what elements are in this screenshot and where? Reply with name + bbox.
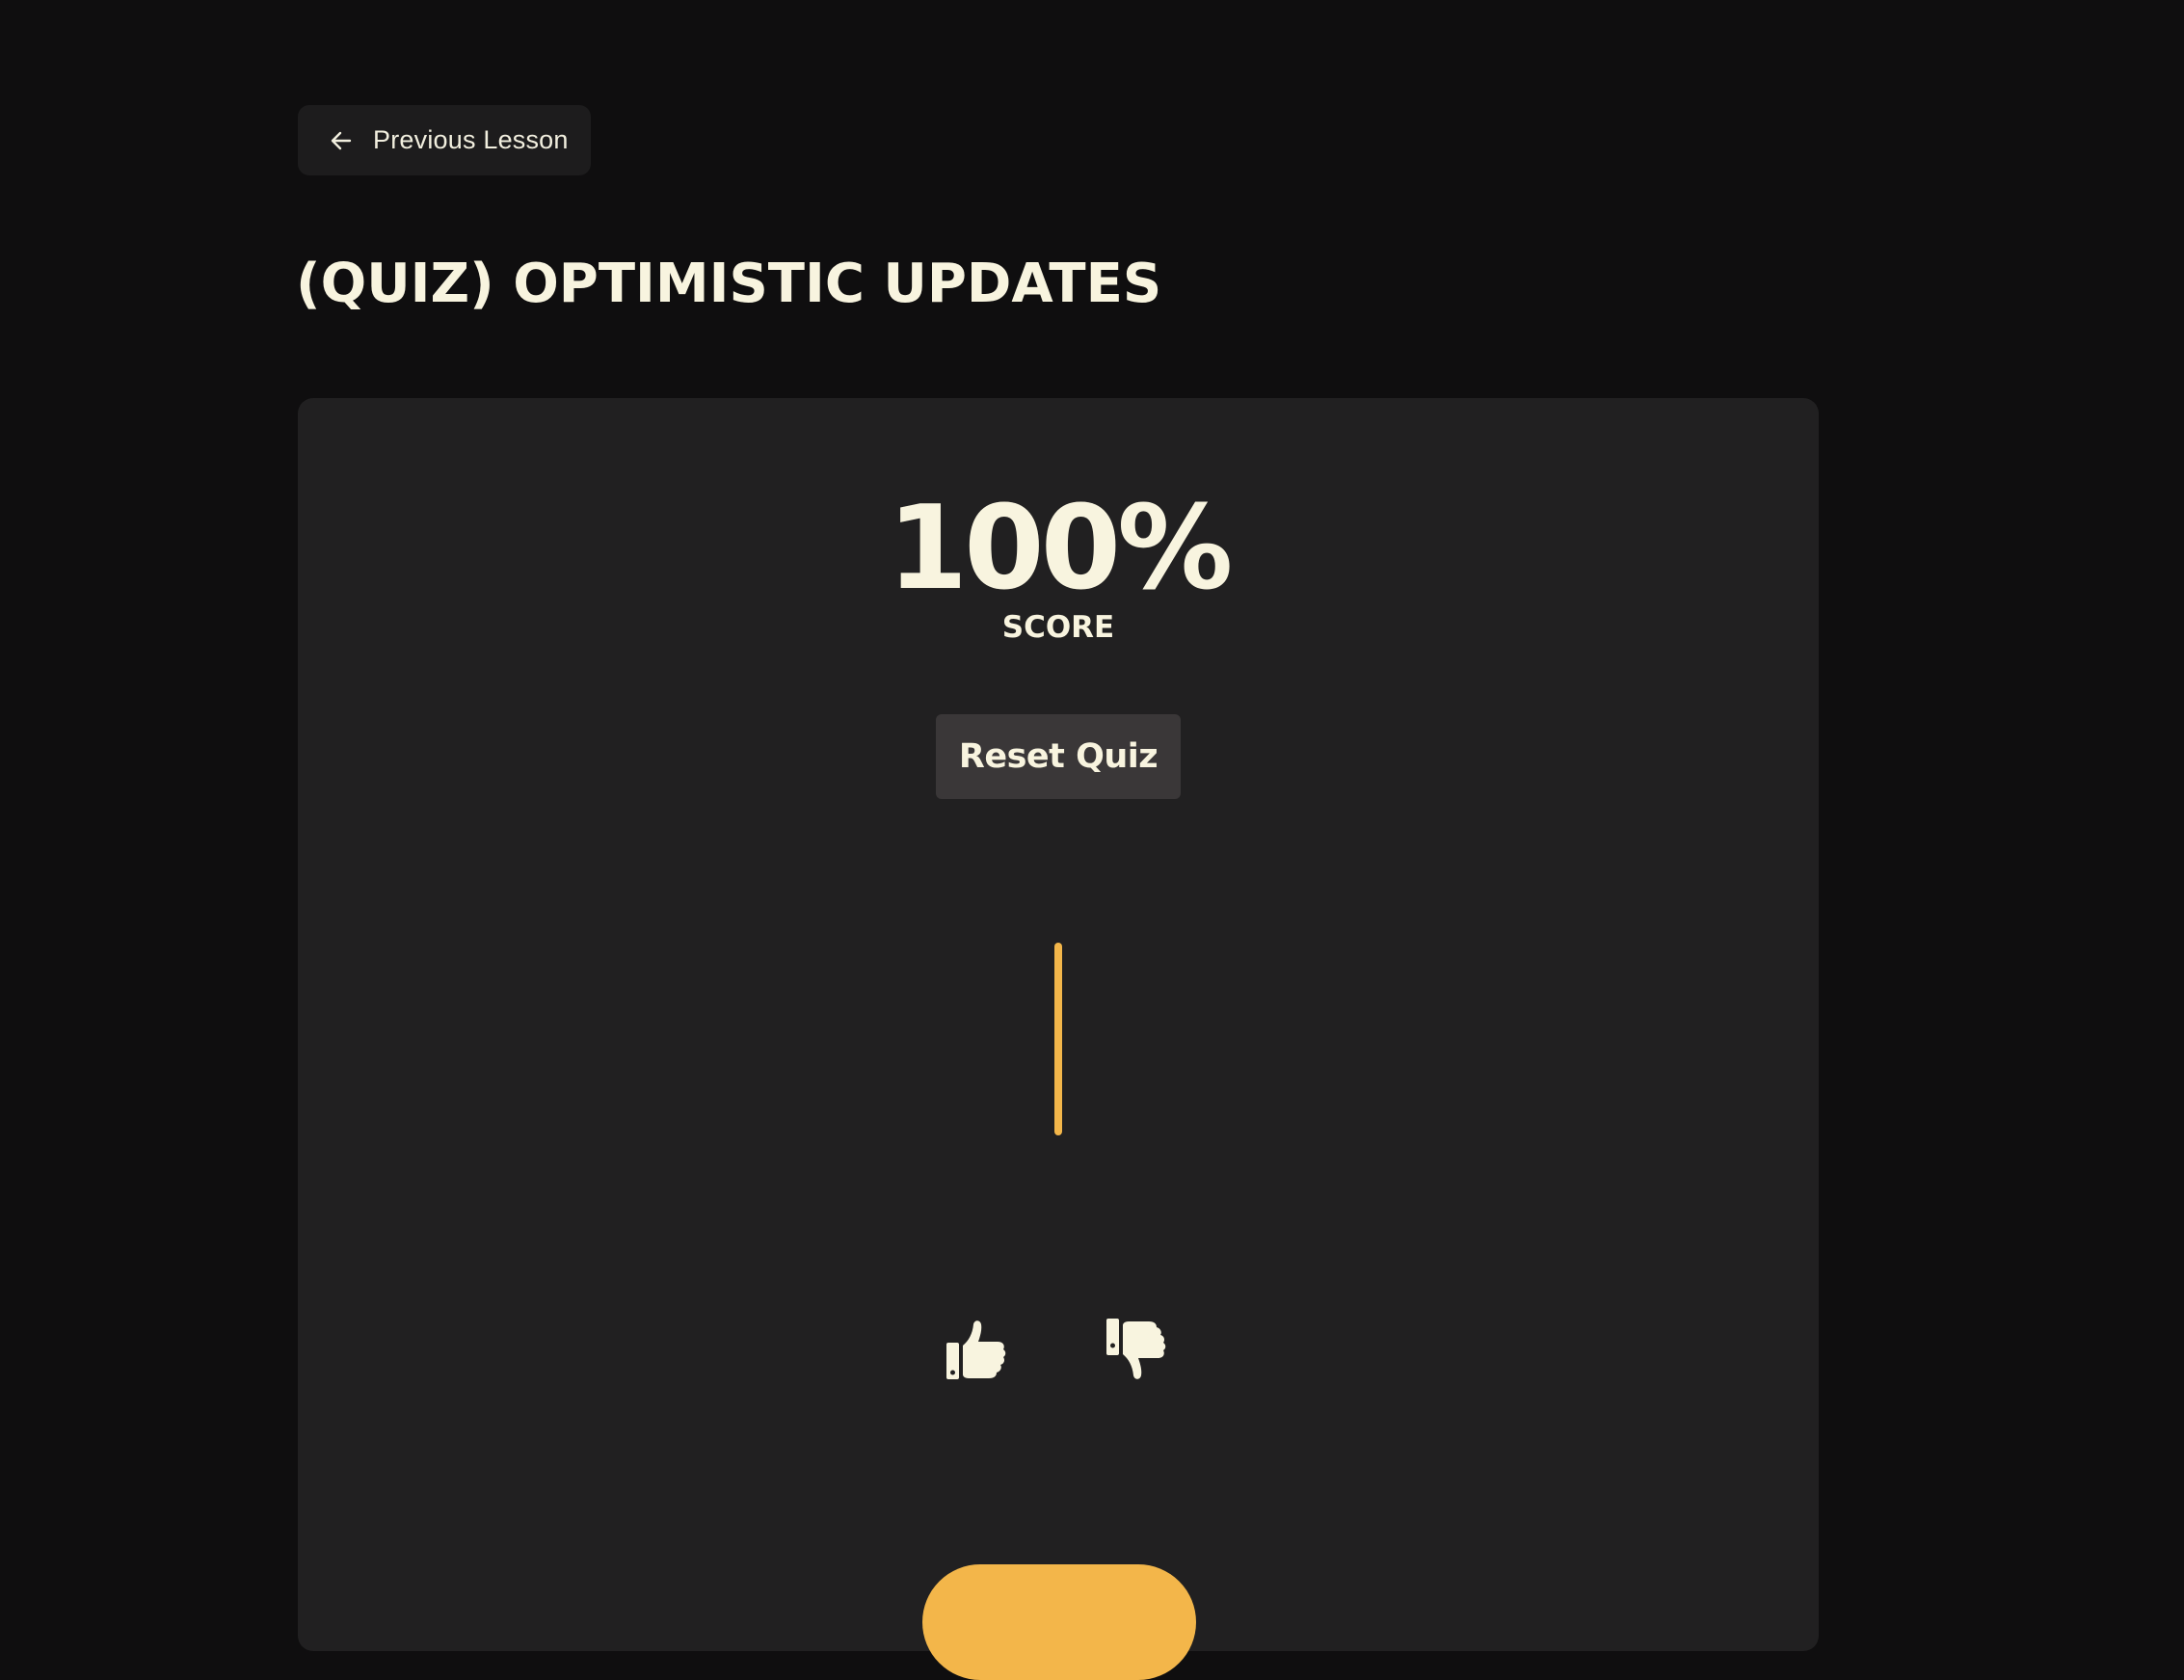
- arrow-left-icon: [329, 128, 354, 153]
- previous-lesson-label: Previous Lesson: [373, 125, 569, 154]
- submit-button[interactable]: [922, 1564, 1196, 1680]
- page-title: (QUIZ) OPTIMISTIC UPDATES: [296, 253, 1162, 315]
- reset-quiz-button[interactable]: Reset Quiz: [936, 714, 1181, 799]
- thumbs-up-icon[interactable]: [942, 1317, 1009, 1384]
- score-value: 100%: [887, 482, 1234, 616]
- quiz-card: 100% SCORE Reset Quiz: [298, 398, 1819, 1680]
- thumbs-down-icon[interactable]: [1106, 1316, 1174, 1383]
- score-label: SCORE: [1001, 610, 1115, 645]
- previous-lesson-button[interactable]: Previous Lesson: [298, 105, 591, 175]
- timer-bar: [1054, 943, 1062, 1135]
